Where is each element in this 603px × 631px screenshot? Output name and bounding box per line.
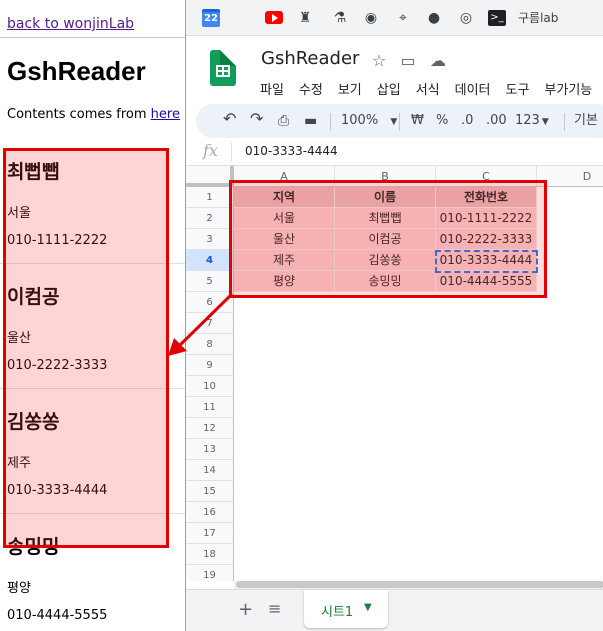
row-header[interactable]: 3 [186,229,234,250]
formula-bar: fx 010-3333-4444 [186,138,603,166]
github-icon[interactable]: ● [425,9,443,27]
row-header[interactable]: 9 [186,355,234,376]
toolbar-divider [330,113,331,131]
page-title: GshReader [7,56,146,86]
select-all-corner[interactable] [186,166,234,187]
menu-format[interactable]: 서식 [416,83,440,98]
zoom-value: 100% [341,113,379,128]
cloud-saved-icon[interactable]: ☁ [429,51,447,70]
menu-data[interactable]: 데이터 [455,83,491,98]
star-icon[interactable]: ☆ [370,51,388,70]
chevron-down-icon[interactable]: ▼ [364,602,372,613]
chevron-down-icon: ▼ [541,117,549,127]
row-header[interactable]: 14 [186,460,234,481]
menu-bar: 파일 수정 보기 삽입 서식 데이터 도구 부가기능 [260,79,603,98]
spiral-icon[interactable]: ◎ [457,9,475,27]
row-header[interactable]: 17 [186,523,234,544]
all-sheets-icon[interactable]: ≡ [268,599,281,618]
number-format-label: 123 [515,113,540,128]
contact-city: 평양 [7,581,31,596]
toolbar-divider [564,113,565,131]
number-format-select[interactable]: 123 ▼ [515,112,549,131]
sheet-tab[interactable]: 시트1 ▼ [304,590,388,628]
row-header[interactable]: 6 [186,292,234,313]
row-header[interactable]: 5 [186,271,234,292]
formula-divider [231,143,232,161]
bookmarks-bar: 22 ♜ ⚗ ◉ ⌖ ● ◎ >_ 구름lab [186,0,603,36]
scrollbar-thumb[interactable] [236,581,603,588]
row-header[interactable]: 15 [186,481,234,502]
fx-icon: fx [203,141,218,160]
print-icon[interactable]: ⎙ [278,112,289,130]
menu-insert[interactable]: 삽입 [377,83,401,98]
sheets-window: 22 ♜ ⚗ ◉ ⌖ ● ◎ >_ 구름lab GshReader ☆ ▭ ☁ … [185,0,603,631]
intro-prefix: Contents comes from [7,107,151,122]
redo-icon[interactable]: ↷ [250,110,263,128]
row-header[interactable]: 10 [186,376,234,397]
globe-icon[interactable]: ◉ [362,9,380,27]
row-header[interactable]: 8 [186,334,234,355]
undo-icon[interactable]: ↶ [223,110,236,128]
menu-view[interactable]: 보기 [338,83,362,98]
menu-tools[interactable]: 도구 [506,83,530,98]
intro-text: Contents comes from here [7,107,180,122]
formula-input[interactable]: 010-3333-4444 [245,144,338,158]
paint-format-icon[interactable]: ▬ [304,112,317,130]
calendar-icon[interactable]: 22 [202,9,220,27]
decrease-decimal-button[interactable]: .0 [461,112,473,130]
menu-file[interactable]: 파일 [260,83,284,98]
row-header[interactable]: 12 [186,418,234,439]
row-header[interactable]: 2 [186,208,234,229]
here-link[interactable]: here [151,107,180,122]
back-link[interactable]: back to wonjinLab [7,16,134,32]
row-header[interactable]: 1 [186,187,234,208]
toolbar: ↶ ↷ ⎙ ▬ 100% ▼ ₩ % .0 .00 123 ▼ 기본 [196,104,603,138]
row-header[interactable]: 13 [186,439,234,460]
row-header[interactable]: 4 [186,250,234,271]
font-select[interactable]: 기본 [574,112,598,130]
currency-button[interactable]: ₩ [411,112,424,130]
zoom-select[interactable]: 100% ▼ [341,112,397,131]
highlight-box-table [229,180,547,298]
row-header[interactable]: 18 [186,544,234,565]
row-header[interactable]: 16 [186,502,234,523]
increase-decimal-button[interactable]: .00 [486,112,507,130]
row-header[interactable]: 11 [186,397,234,418]
gshreader-page: back to wonjinLab GshReader Contents com… [0,0,188,631]
document-title[interactable]: GshReader [261,48,359,69]
sheets-logo-icon[interactable] [210,50,236,86]
goorm-bookmark[interactable]: 구름lab [518,9,558,27]
move-folder-icon[interactable]: ▭ [399,51,417,70]
row-header[interactable]: 7 [186,313,234,334]
horizontal-scrollbar[interactable] [234,581,603,589]
percent-button[interactable]: % [436,112,448,130]
youtube-icon[interactable] [265,9,283,27]
microscope-icon[interactable]: ⚗ [331,9,349,27]
add-sheet-icon[interactable]: + [238,599,253,620]
chevron-down-icon: ▼ [390,117,398,127]
terminal-icon[interactable]: >_ [488,10,506,26]
contact-phone: 010-4444-5555 [7,608,108,623]
map-pin-icon[interactable]: ⌖ [394,9,412,27]
highlight-box-contacts [3,148,169,548]
divider [0,37,186,38]
chess-rook-icon[interactable]: ♜ [296,9,314,27]
menu-addons[interactable]: 부가기능 [544,83,592,98]
toolbar-divider [399,113,400,131]
sheet-tab-label: 시트1 [321,605,354,620]
row-header[interactable]: 19 [186,565,234,581]
sheet-tabs-bar: + ≡ 시트1 ▼ [186,589,603,631]
menu-edit[interactable]: 수정 [299,83,323,98]
